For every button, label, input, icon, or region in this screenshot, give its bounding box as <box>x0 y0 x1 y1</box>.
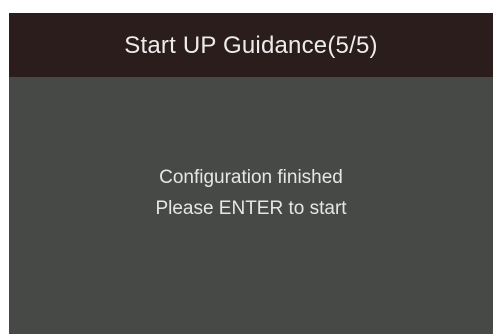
title-bar: Start UP Guidance(5/5) <box>9 13 493 77</box>
dialog-title: Start UP Guidance(5/5) <box>124 32 378 59</box>
completion-message: Configuration finished Please ENTER to s… <box>9 162 493 224</box>
startup-guidance-screen: Start UP Guidance(5/5) Configuration fin… <box>9 13 493 334</box>
message-line-configuration: Configuration finished <box>159 167 343 188</box>
message-line-enter-prompt: Please ENTER to start <box>155 198 347 219</box>
